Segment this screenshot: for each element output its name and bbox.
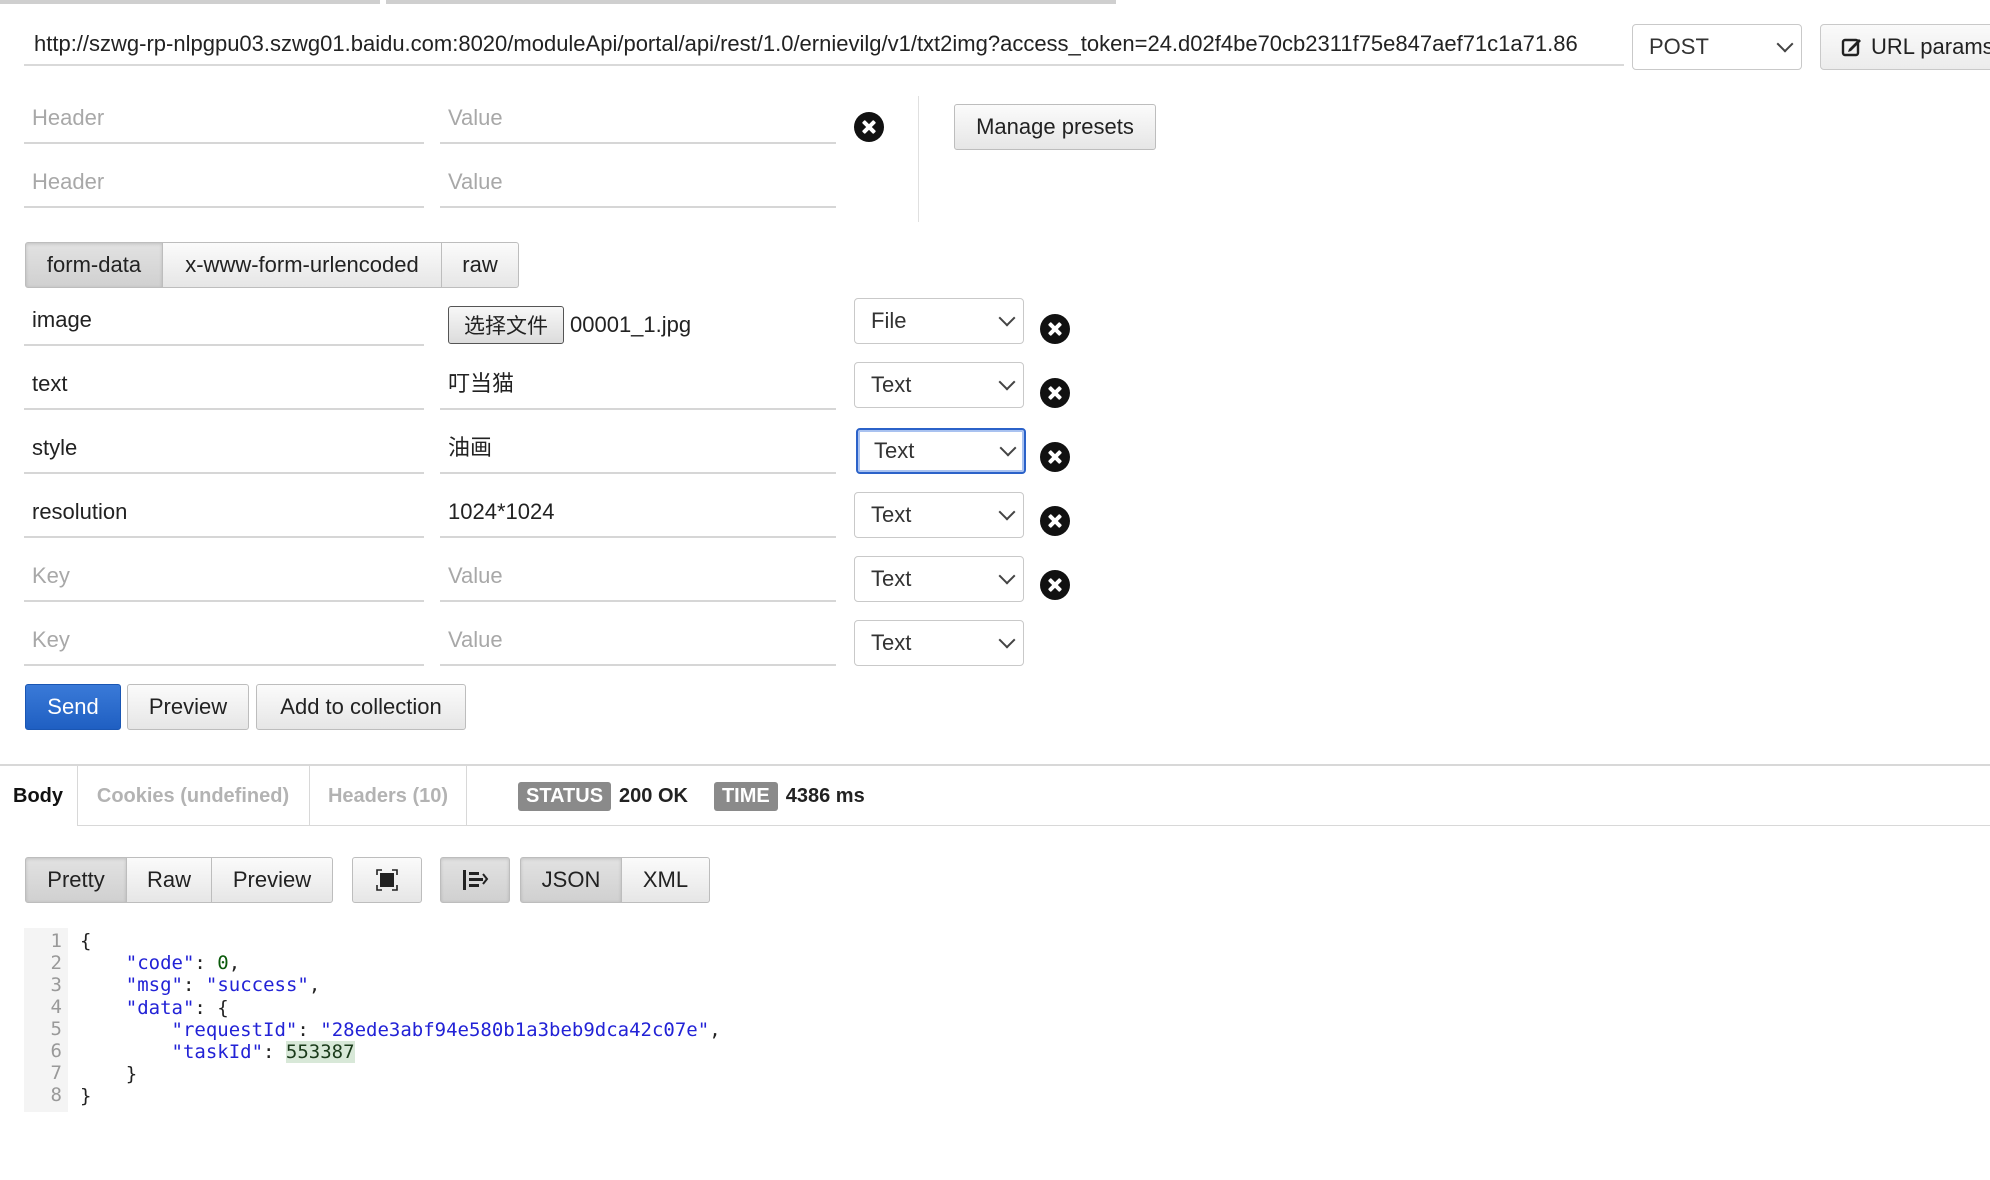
wrap-lines-button[interactable] [440, 857, 510, 903]
status-badge: STATUS [518, 782, 612, 811]
chevron-down-icon [1776, 35, 1794, 53]
fullscreen-icon [376, 869, 398, 891]
edit-icon [1841, 38, 1861, 57]
status-value: 200 OK [619, 785, 688, 807]
method-select[interactable]: POST [1632, 24, 1802, 70]
url-params-button[interactable]: URL params [1820, 24, 1990, 70]
form-value-input[interactable]: 1024*1024 [440, 490, 836, 538]
line-number-gutter: 1 2 3 4 5 6 7 8 [24, 928, 68, 1112]
line-number: 3 [50, 974, 62, 996]
type-value: Text [871, 372, 912, 397]
tab-json[interactable]: JSON [520, 857, 622, 903]
form-key-input[interactable]: text [24, 362, 424, 410]
chevron-down-icon [998, 309, 1016, 327]
format-tabs: JSON XML [520, 857, 710, 903]
tab-raw-response[interactable]: Raw [126, 857, 212, 903]
tab-headers[interactable]: Headers (10) [310, 766, 466, 826]
form-type-select[interactable]: Text [854, 362, 1024, 408]
line-number: 2 [50, 952, 62, 974]
tab-xml[interactable]: XML [621, 857, 710, 903]
json-code-value: 0 [217, 952, 229, 975]
status-bar: STATUS 200 OK TIME 4386 ms [518, 782, 865, 811]
url-params-label: URL params [1871, 34, 1990, 59]
choose-file-button[interactable]: 选择文件 [448, 306, 564, 344]
json-requestid-value: 28ede3abf94e580b1a3beb9dca42c07e [331, 1018, 698, 1041]
preview-button[interactable]: Preview [127, 684, 249, 730]
manage-presets-button[interactable]: Manage presets [954, 104, 1156, 150]
form-key-input[interactable]: Key [24, 618, 424, 666]
form-value-input[interactable]: 油画 [440, 426, 836, 474]
type-value: Text [874, 438, 915, 463]
remove-header-icon[interactable] [854, 112, 884, 142]
form-type-select[interactable]: File [854, 298, 1024, 344]
line-number: 5 [50, 1018, 62, 1040]
url-input[interactable]: http://szwg-rp-nlpgpu03.szwg01.baidu.com… [24, 22, 1624, 66]
remove-row-icon[interactable] [1040, 442, 1070, 472]
tab-x-www-form-urlencoded[interactable]: x-www-form-urlencoded [162, 242, 442, 288]
tab-pretty[interactable]: Pretty [25, 857, 127, 903]
chevron-down-icon [998, 631, 1016, 649]
form-value-input[interactable]: 叮当猫 [440, 362, 836, 410]
top-tab-strip [0, 0, 1990, 4]
tab-divider [466, 766, 467, 826]
line-number: 6 [50, 1040, 62, 1062]
form-type-select[interactable]: Text [854, 556, 1024, 602]
header-key-input[interactable]: Header [24, 160, 424, 208]
form-type-select[interactable]: Text [854, 492, 1024, 538]
tab-preview-response[interactable]: Preview [211, 857, 333, 903]
wrap-lines-icon [463, 870, 489, 890]
send-button[interactable]: Send [25, 684, 121, 730]
chevron-down-icon [998, 373, 1016, 391]
form-value-input[interactable]: Value [440, 554, 836, 602]
form-key-input[interactable]: style [24, 426, 424, 474]
tab-form-data[interactable]: form-data [25, 242, 163, 288]
type-value: File [871, 308, 907, 333]
divider [918, 96, 919, 222]
add-to-collection-button[interactable]: Add to collection [256, 684, 466, 730]
chevron-down-icon [998, 567, 1016, 585]
response-tab-underline [78, 825, 1990, 826]
line-number: 1 [50, 930, 62, 952]
form-type-select[interactable]: Text [856, 428, 1026, 474]
json-taskid-value: 553387 [285, 1041, 355, 1064]
remove-row-icon[interactable] [1040, 314, 1070, 344]
form-type-select[interactable]: Text [854, 620, 1024, 666]
body-type-tabs: form-data x-www-form-urlencoded raw [25, 242, 519, 288]
response-body-code[interactable]: { "code": 0, "msg": "success", "data": {… [80, 930, 721, 1108]
header-value-input[interactable]: Value [440, 96, 836, 144]
time-badge: TIME [713, 782, 778, 811]
chevron-down-icon [999, 439, 1017, 457]
type-value: Text [871, 566, 912, 591]
type-value: Text [871, 630, 912, 655]
tab-raw[interactable]: raw [441, 242, 519, 288]
time-value: 4386 ms [785, 785, 865, 807]
tab-cookies[interactable]: Cookies (undefined) [78, 766, 308, 826]
remove-row-icon[interactable] [1040, 570, 1070, 600]
form-key-input[interactable]: image [24, 298, 424, 346]
remove-row-icon[interactable] [1040, 506, 1070, 536]
header-key-input[interactable]: Header [24, 96, 424, 144]
view-mode-tabs: Pretty Raw Preview [25, 857, 333, 903]
method-value: POST [1649, 34, 1709, 59]
json-msg-value: success [217, 974, 298, 997]
chevron-down-icon [998, 503, 1016, 521]
header-value-input[interactable]: Value [440, 160, 836, 208]
tab-body[interactable]: Body [0, 766, 76, 826]
line-number: 8 [50, 1084, 62, 1106]
line-number: 7 [50, 1062, 62, 1084]
file-name: 00001_1.jpg [570, 312, 692, 337]
type-value: Text [871, 502, 912, 527]
form-key-input[interactable]: resolution [24, 490, 424, 538]
form-value-input[interactable]: Value [440, 618, 836, 666]
form-key-input[interactable]: Key [24, 554, 424, 602]
remove-row-icon[interactable] [1040, 378, 1070, 408]
line-number: 4 [50, 996, 62, 1018]
fullscreen-button[interactable] [352, 857, 422, 903]
